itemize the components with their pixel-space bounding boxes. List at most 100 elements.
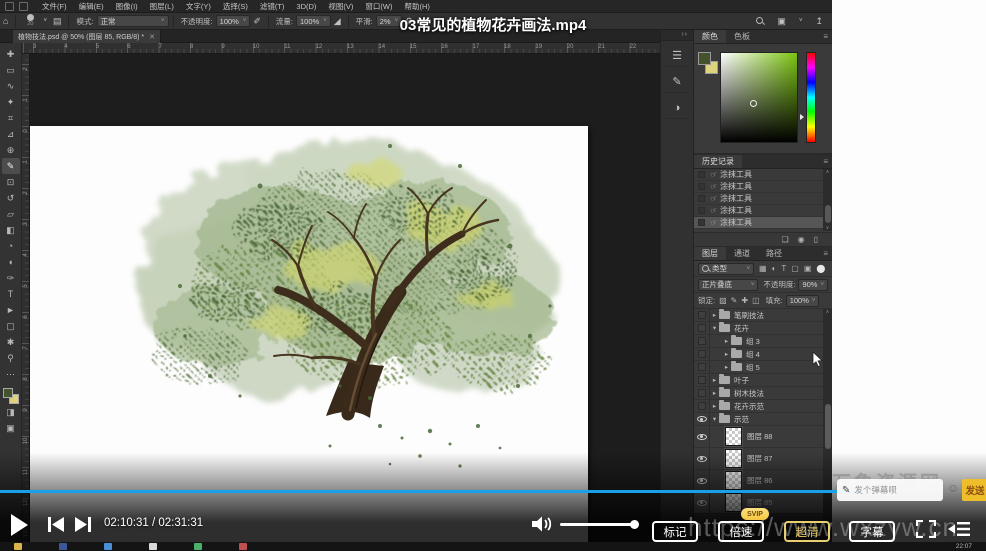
visibility-toggle[interactable] (694, 309, 710, 321)
menu-item[interactable]: 视图(V) (322, 0, 359, 13)
layer-row[interactable]: ▸ 笔刷技法 (694, 309, 832, 322)
marquee-tool[interactable]: ▭ (2, 62, 20, 78)
crop-tool[interactable]: ⌗ (2, 110, 20, 126)
danmaku-input[interactable]: ✎ 发个弹幕呗 (837, 479, 943, 501)
healing-tool[interactable]: ⊕ (2, 142, 20, 158)
expand-toggle-icon[interactable]: ▾ (710, 324, 719, 332)
eraser-tool[interactable]: ▱ (2, 206, 20, 222)
play-button[interactable] (9, 513, 29, 537)
expand-toggle-icon[interactable]: ▸ (710, 389, 719, 397)
filter-pixel-icon[interactable]: ▦ (759, 264, 767, 273)
send-button[interactable]: 发送 (962, 479, 986, 501)
expand-toggle-icon[interactable]: ▾ (710, 415, 719, 423)
menu-item[interactable]: 文件(F) (36, 0, 73, 13)
history-scrollbar[interactable]: ∧ ∨ (823, 169, 832, 231)
hand-tool[interactable]: ✱ (2, 334, 20, 350)
adjustments-panel-icon[interactable]: ◑ (665, 97, 689, 119)
layer-name[interactable]: 笔刷技法 (734, 310, 764, 321)
lock-transparency-icon[interactable]: ▨ (719, 296, 727, 305)
layer-thumbnail[interactable] (725, 427, 742, 446)
taskbar-app-icon[interactable] (149, 543, 157, 550)
quick-mask-icon[interactable]: ◨ (2, 404, 20, 420)
layer-name[interactable]: 叶子 (734, 375, 749, 386)
history-entry[interactable]: ☞涂抹工具 (694, 217, 832, 229)
visibility-toggle[interactable] (694, 387, 710, 399)
history-brush-tool[interactable]: ↺ (2, 190, 20, 206)
visibility-toggle[interactable] (694, 413, 710, 425)
emoji-button[interactable]: ☺ (947, 481, 959, 495)
tab-channels[interactable]: 通道 (726, 247, 758, 260)
brush-tool[interactable]: ✎ (2, 158, 20, 174)
path-select-tool[interactable]: ► (2, 302, 20, 318)
menu-item[interactable]: 滤镜(T) (254, 0, 291, 13)
visibility-toggle[interactable] (694, 322, 710, 334)
tool-color-swatches[interactable] (3, 388, 19, 404)
expand-toggle-icon[interactable]: ▸ (710, 376, 719, 384)
foreground-color[interactable] (3, 388, 13, 398)
playlist-button[interactable] (948, 521, 970, 537)
fullscreen-button[interactable] (916, 520, 936, 538)
expand-toggle-icon[interactable]: ▸ (722, 337, 731, 345)
expand-toggle-icon[interactable]: ▸ (722, 350, 731, 358)
blend-mode-dropdown[interactable]: 正片叠底˅ (698, 279, 758, 291)
expand-toggle-icon[interactable]: ▸ (710, 311, 719, 319)
fill-dropdown[interactable]: 100%˅ (786, 295, 820, 307)
hue-slider[interactable] (806, 52, 816, 143)
visibility-toggle[interactable] (694, 400, 710, 412)
move-tool[interactable]: ✚ (2, 46, 20, 62)
taskbar-app-icon[interactable] (59, 543, 67, 550)
tab-history[interactable]: 历史记录 (694, 155, 742, 168)
layer-name[interactable]: 示范 (734, 414, 749, 425)
history-entry[interactable]: ☞涂抹工具 (694, 193, 832, 205)
text-tool[interactable]: T (2, 286, 20, 302)
visibility-toggle[interactable] (694, 361, 710, 373)
taskbar-folder-icon[interactable] (14, 543, 22, 550)
quality-button[interactable]: 超清 (784, 521, 830, 542)
taskbar-app-icon[interactable] (239, 543, 247, 550)
layer-name[interactable]: 组 5 (746, 362, 760, 373)
new-document-from-state-icon[interactable]: ❏ (781, 235, 788, 244)
hue-slider-marker[interactable] (800, 114, 804, 120)
blur-tool[interactable]: ◔ (2, 238, 20, 254)
taskbar-app-icon[interactable] (104, 543, 112, 550)
properties-panel-icon[interactable]: ☰ (665, 45, 689, 67)
filter-toggle[interactable]: ⬤ (816, 264, 825, 273)
menu-item[interactable]: 选择(S) (217, 0, 254, 13)
menu-item[interactable]: 文字(Y) (180, 0, 217, 13)
shape-tool[interactable]: ▢ (2, 318, 20, 334)
color-cursor[interactable] (750, 100, 757, 107)
dodge-tool[interactable]: ◖ (2, 254, 20, 270)
expand-toggle-icon[interactable]: ▸ (710, 402, 719, 410)
filter-smart-object-icon[interactable]: ▣ (804, 264, 812, 273)
filter-type-icon[interactable]: T (781, 264, 786, 273)
layer-name[interactable]: 花卉 (734, 323, 749, 334)
layer-name[interactable]: 图层 88 (747, 431, 772, 442)
subtitle-button[interactable]: 字幕 (849, 521, 895, 542)
menu-item[interactable]: 窗口(W) (359, 0, 398, 13)
menu-item[interactable]: 编辑(E) (73, 0, 110, 13)
history-entry[interactable]: ☞涂抹工具 (694, 181, 832, 193)
saturation-brightness-box[interactable] (720, 52, 798, 143)
menu-item[interactable]: 帮助(H) (399, 0, 436, 13)
visibility-toggle[interactable] (694, 348, 710, 360)
history-entry[interactable]: ☞涂抹工具 (694, 205, 832, 217)
taskbar-app-icon[interactable] (194, 543, 202, 550)
panel-menu-icon[interactable]: ≡ (823, 247, 832, 260)
layer-name[interactable]: 花卉示范 (734, 401, 764, 412)
layer-row[interactable]: ▾ 花卉 (694, 322, 832, 335)
pen-tool[interactable]: ✑ (2, 270, 20, 286)
layer-row[interactable]: ▸树木技法 (694, 387, 832, 400)
next-button[interactable] (74, 517, 92, 532)
visibility-toggle[interactable] (694, 374, 710, 386)
eyedropper-tool[interactable]: ⊿ (2, 126, 20, 142)
layer-row[interactable]: ▾ 示范 (694, 413, 832, 426)
history-entry[interactable]: ☞涂抹工具 (694, 169, 832, 181)
speed-button[interactable]: 倍速 (718, 521, 764, 542)
filter-adjustment-icon[interactable]: ◐ (772, 264, 777, 273)
previous-button[interactable] (47, 517, 65, 532)
layer-opacity-dropdown[interactable]: 90%˅ (798, 279, 828, 291)
magic-wand-tool[interactable]: ✦ (2, 94, 20, 110)
lock-position-icon[interactable]: ✚ (741, 296, 748, 305)
lock-all-icon[interactable]: ◫ (752, 296, 760, 305)
volume-icon[interactable] (531, 515, 553, 533)
